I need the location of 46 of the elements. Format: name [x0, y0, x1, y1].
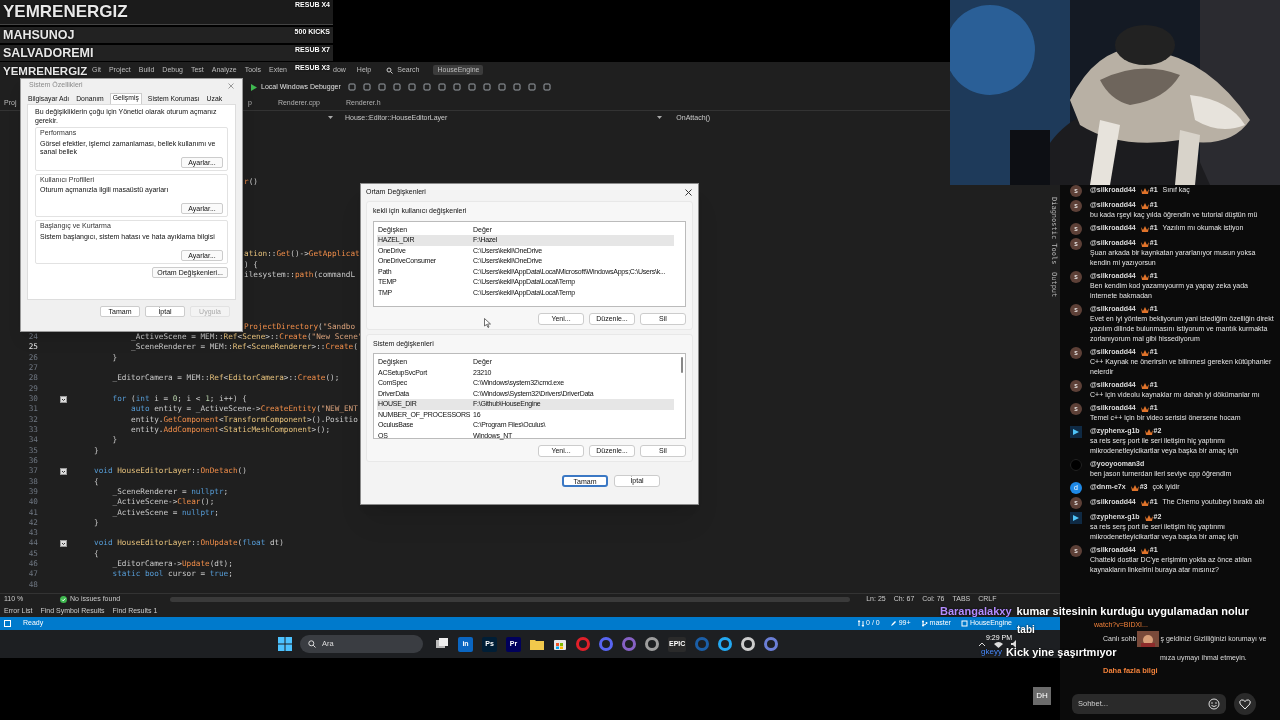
avatar	[1070, 459, 1082, 471]
folder-icon[interactable]	[530, 637, 544, 651]
leaderboard-name: MAHSUNOJ	[3, 27, 75, 43]
crown-icon	[1140, 272, 1149, 280]
app-icon[interactable]	[645, 637, 659, 651]
leaderboard-name: YEMRENERGIZ	[3, 1, 128, 23]
crown-icon	[1140, 348, 1149, 356]
app-icon[interactable]	[764, 637, 779, 651]
like-button[interactable]	[1234, 693, 1256, 715]
task-view-icon[interactable]	[435, 637, 449, 651]
overlay-username: gkeyy	[981, 646, 1002, 658]
overlay-username: Barangalakxy	[940, 604, 1012, 619]
caret-icon	[328, 116, 333, 120]
overlay-message: Kick yine şaşırtmıyor	[1005, 646, 1117, 658]
store-icon[interactable]	[553, 637, 567, 651]
overlay-message: kumar sitesinin kurduğu uygulamadan nolur	[1016, 604, 1249, 619]
close-icon[interactable]	[685, 189, 692, 196]
window-icon	[4, 620, 11, 627]
repo-icon	[960, 620, 968, 627]
search-icon	[386, 66, 394, 74]
arrows-icon	[858, 620, 865, 627]
windows-logo-icon[interactable]	[278, 637, 292, 651]
app-icon[interactable]	[718, 637, 733, 651]
scrollbar-thumb[interactable]	[681, 357, 683, 373]
search-icon	[308, 640, 316, 648]
chevron-up-icon[interactable]	[978, 641, 986, 647]
avatar	[1070, 426, 1082, 438]
pencil-icon	[889, 620, 897, 627]
crown-icon	[1140, 305, 1149, 313]
leaderboard-name: YEMRENERGIZ	[3, 64, 88, 79]
leaderboard-name: SALVADOREMI	[3, 45, 94, 61]
scrollbar[interactable]	[170, 597, 851, 602]
heart-icon	[1239, 698, 1251, 710]
emoji-icon[interactable]	[1208, 698, 1220, 710]
crown-icon	[1144, 427, 1153, 435]
branch-icon	[920, 620, 928, 627]
caret-icon	[657, 116, 663, 120]
crown-icon	[1140, 546, 1149, 554]
channel-logo: DH	[1033, 687, 1051, 705]
crown-icon	[1140, 381, 1149, 389]
play-icon	[250, 83, 257, 91]
overlay-message: tabi	[1017, 623, 1035, 637]
network-icon[interactable]	[994, 640, 1003, 648]
check-circle-icon	[60, 596, 67, 603]
crown-icon	[1140, 404, 1149, 412]
avatar	[1070, 512, 1082, 524]
